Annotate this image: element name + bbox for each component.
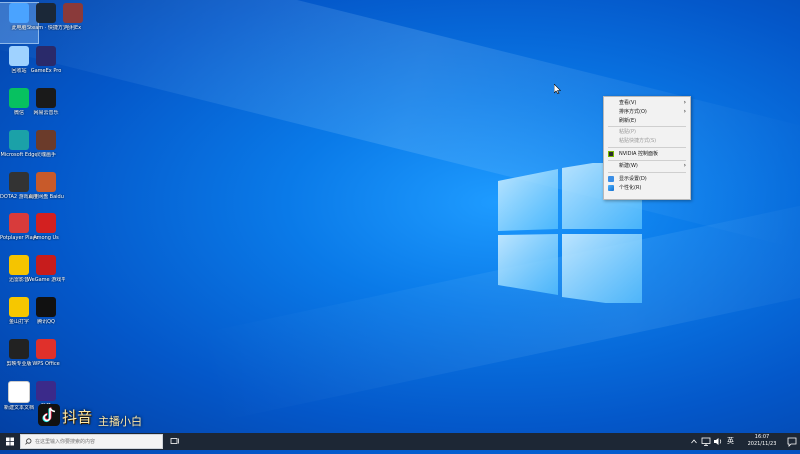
- menu-item-display-settings[interactable]: 显示设置(D): [604, 175, 690, 183]
- chevron-right-icon: ›: [683, 99, 686, 106]
- notification-center-icon[interactable]: [785, 433, 799, 450]
- task-view-icon: [170, 438, 179, 444]
- search-input[interactable]: [35, 436, 160, 447]
- edge-icon: [9, 130, 29, 150]
- desktop-icon[interactable]: 腾讯QQ: [27, 297, 65, 337]
- desktop-icon[interactable]: 百度网盘 Baidu: [27, 172, 65, 212]
- chevron-right-icon: ›: [683, 108, 686, 115]
- recycle-bin-icon: [9, 46, 29, 66]
- menu-separator: [608, 126, 686, 127]
- computer-icon: [9, 3, 29, 23]
- menu-item-personalize[interactable]: 个性化(R): [604, 184, 690, 192]
- watermark-subtext: 主播小白: [98, 415, 142, 428]
- menu-item-refresh[interactable]: 刷新(E): [604, 117, 690, 125]
- dota-icon: [9, 172, 29, 192]
- menu-item-paste[interactable]: 粘贴(P): [604, 128, 690, 136]
- menu-separator: [608, 160, 686, 161]
- desktop-icon-label: 灵魂画手: [35, 152, 56, 158]
- menu-separator: [608, 172, 686, 173]
- desktop-icon[interactable]: WeGame 游戏平台: [27, 255, 65, 295]
- game-icon: [63, 3, 83, 23]
- wechat-icon: [9, 88, 29, 108]
- desktop-icon[interactable]: 哈利Ex: [54, 3, 92, 43]
- desktop-icon[interactable]: 灵魂画手: [27, 130, 65, 170]
- chevron-up-icon[interactable]: [690, 433, 698, 450]
- windows-start-icon: [6, 437, 14, 446]
- taskbar-search-box[interactable]: [20, 434, 163, 449]
- volume-icon[interactable]: [713, 433, 723, 450]
- douyin-watermark: 抖音 主播小白: [38, 404, 142, 430]
- desktop-icon[interactable]: WPS Office: [27, 339, 65, 379]
- qq-icon: [36, 297, 56, 317]
- app-icon: [36, 381, 56, 401]
- clock-date: 2021/11/23: [747, 441, 777, 447]
- menu-item-sort-by[interactable]: 排序方式(O) ›: [604, 108, 690, 116]
- app-icon: [9, 255, 29, 275]
- among-us-icon: [36, 213, 56, 233]
- system-clock[interactable]: 16:07 2021/11/23: [742, 434, 782, 448]
- desktop-context-menu: 查看(V) › 排序方式(O) › 刷新(E) 粘贴(P) 粘贴快捷方式(S) NV…: [603, 96, 691, 200]
- watermark-text: 抖音: [62, 408, 93, 426]
- desktop-icon-label: Among Us: [33, 235, 59, 241]
- chevron-right-icon: ›: [683, 162, 686, 169]
- character-icon: [36, 130, 56, 150]
- potplayer-icon: [9, 213, 29, 233]
- task-view-button[interactable]: [168, 433, 182, 450]
- personalize-icon: [608, 185, 614, 191]
- douyin-logo-icon: [38, 404, 60, 426]
- desktop-icon-label: WeGame 游戏平台: [27, 277, 65, 283]
- start-button[interactable]: [0, 433, 20, 450]
- wps-icon: [36, 339, 56, 359]
- app-icon: [9, 297, 29, 317]
- input-method-icon[interactable]: 英: [727, 433, 737, 450]
- mouse-cursor-icon: [554, 84, 561, 94]
- menu-separator: [608, 147, 686, 148]
- app-icon: [9, 339, 29, 359]
- desktop-icon-label: WPS Office: [32, 361, 60, 367]
- desktop-icon-label: 百度网盘 Baidu: [28, 194, 64, 200]
- menu-item-view[interactable]: 查看(V) ›: [604, 99, 690, 107]
- menu-item-nvidia-control-panel[interactable]: NVIDIA 控制面板: [604, 150, 690, 158]
- desktop-icon[interactable]: GameEx Pro: [27, 46, 65, 86]
- desktop-icon[interactable]: Among Us: [27, 213, 65, 253]
- steam-icon: [36, 3, 56, 23]
- se-icon: [36, 46, 56, 66]
- network-icon[interactable]: [701, 433, 711, 450]
- menu-item-new[interactable]: 新建(W) ›: [604, 162, 690, 170]
- paw-icon: [36, 172, 56, 192]
- desktop-icon[interactable]: 网易云音乐: [27, 88, 65, 128]
- taskbar: 英 16:07 2021/11/23: [0, 433, 800, 450]
- desktop-icon-label: GameEx Pro: [30, 68, 62, 74]
- app-icon: [36, 88, 56, 108]
- app-icon: [36, 255, 56, 275]
- clock-time: 16:07: [754, 434, 770, 440]
- nvidia-icon: [608, 151, 614, 157]
- desktop-icon-label: 哈利Ex: [64, 25, 82, 31]
- menu-item-paste-shortcut[interactable]: 粘贴快捷方式(S): [604, 137, 690, 145]
- desktop-icon-label: 网易云音乐: [33, 110, 59, 116]
- search-icon: [25, 438, 32, 445]
- desktop-icon-label: 腾讯QQ: [37, 319, 55, 325]
- display-icon: [608, 176, 614, 182]
